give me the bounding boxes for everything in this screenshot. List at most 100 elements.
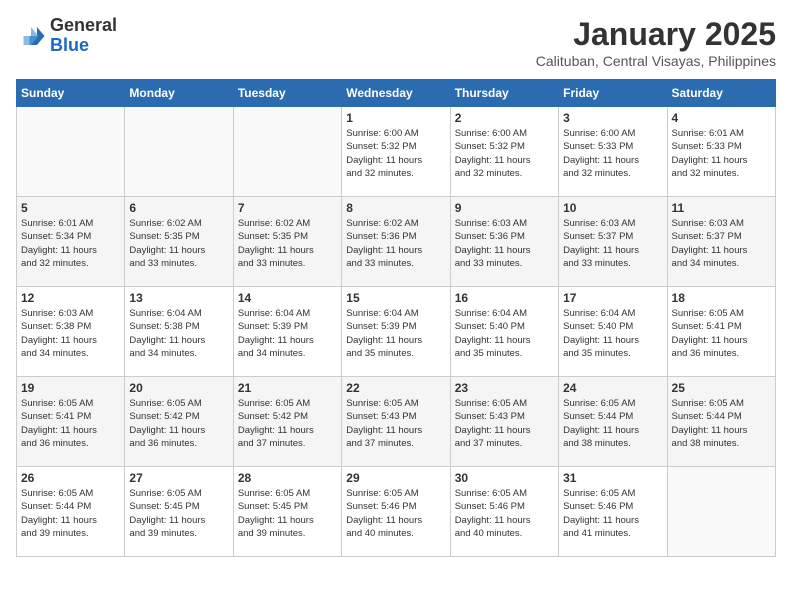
calendar-cell [233,107,341,197]
day-number: 24 [563,381,662,395]
day-info: Sunrise: 6:05 AM Sunset: 5:42 PM Dayligh… [129,397,228,450]
day-info: Sunrise: 6:02 AM Sunset: 5:35 PM Dayligh… [129,217,228,270]
calendar-cell: 29 Sunrise: 6:05 AM Sunset: 5:46 PM Dayli… [342,467,450,557]
day-number: 10 [563,201,662,215]
logo: General Blue [16,16,117,56]
day-info: Sunrise: 6:05 AM Sunset: 5:41 PM Dayligh… [672,307,771,360]
day-info: Sunrise: 6:05 AM Sunset: 5:43 PM Dayligh… [455,397,554,450]
weekday-header-sunday: Sunday [17,80,125,107]
day-info: Sunrise: 6:00 AM Sunset: 5:33 PM Dayligh… [563,127,662,180]
day-number: 17 [563,291,662,305]
day-info: Sunrise: 6:05 AM Sunset: 5:44 PM Dayligh… [563,397,662,450]
day-number: 12 [21,291,120,305]
day-number: 13 [129,291,228,305]
calendar-cell [667,467,775,557]
day-info: Sunrise: 6:03 AM Sunset: 5:37 PM Dayligh… [563,217,662,270]
logo-blue: Blue [50,35,89,55]
day-info: Sunrise: 6:00 AM Sunset: 5:32 PM Dayligh… [346,127,445,180]
day-info: Sunrise: 6:05 AM Sunset: 5:46 PM Dayligh… [346,487,445,540]
calendar-cell: 18 Sunrise: 6:05 AM Sunset: 5:41 PM Dayli… [667,287,775,377]
calendar-cell: 25 Sunrise: 6:05 AM Sunset: 5:44 PM Dayli… [667,377,775,467]
calendar-week-5: 26 Sunrise: 6:05 AM Sunset: 5:44 PM Dayli… [17,467,776,557]
calendar-cell: 4 Sunrise: 6:01 AM Sunset: 5:33 PM Daylig… [667,107,775,197]
calendar-subtitle: Calituban, Central Visayas, Philippines [536,53,776,69]
calendar-cell: 6 Sunrise: 6:02 AM Sunset: 5:35 PM Daylig… [125,197,233,287]
day-number: 21 [238,381,337,395]
day-info: Sunrise: 6:05 AM Sunset: 5:44 PM Dayligh… [672,397,771,450]
day-number: 29 [346,471,445,485]
calendar-cell: 14Sunrise: 6:04 AM Sunset: 5:39 PM Dayli… [233,287,341,377]
weekday-header-monday: Monday [125,80,233,107]
day-number: 8 [346,201,445,215]
calendar-cell: 8 Sunrise: 6:02 AM Sunset: 5:36 PM Daylig… [342,197,450,287]
calendar-cell: 15Sunrise: 6:04 AM Sunset: 5:39 PM Dayli… [342,287,450,377]
day-number: 31 [563,471,662,485]
logo-icon [16,21,46,51]
calendar-cell: 10 Sunrise: 6:03 AM Sunset: 5:37 PM Dayli… [559,197,667,287]
day-number: 11 [672,201,771,215]
day-number: 4 [672,111,771,125]
day-info: Sunrise: 6:05 AM Sunset: 5:44 PM Dayligh… [21,487,120,540]
calendar-cell: 17 Sunrise: 6:04 AM Sunset: 5:40 PM Dayli… [559,287,667,377]
day-number: 30 [455,471,554,485]
day-number: 26 [21,471,120,485]
calendar-cell: 27Sunrise: 6:05 AM Sunset: 5:45 PM Dayli… [125,467,233,557]
day-number: 3 [563,111,662,125]
day-number: 7 [238,201,337,215]
calendar-cell [125,107,233,197]
day-number: 28 [238,471,337,485]
weekday-header-friday: Friday [559,80,667,107]
day-number: 22 [346,381,445,395]
calendar-week-4: 19 Sunrise: 6:05 AM Sunset: 5:41 PM Dayli… [17,377,776,467]
calendar-cell: 3 Sunrise: 6:00 AM Sunset: 5:33 PM Daylig… [559,107,667,197]
day-info: Sunrise: 6:05 AM Sunset: 5:45 PM Dayligh… [238,487,337,540]
calendar-cell: 30Sunrise: 6:05 AM Sunset: 5:46 PM Dayli… [450,467,558,557]
calendar-cell: 20Sunrise: 6:05 AM Sunset: 5:42 PM Dayli… [125,377,233,467]
day-info: Sunrise: 6:04 AM Sunset: 5:40 PM Dayligh… [563,307,662,360]
weekday-header-wednesday: Wednesday [342,80,450,107]
logo-general: General [50,15,117,35]
day-number: 2 [455,111,554,125]
day-info: Sunrise: 6:04 AM Sunset: 5:39 PM Dayligh… [238,307,337,360]
day-number: 15 [346,291,445,305]
logo-text: General Blue [50,16,117,56]
day-info: Sunrise: 6:05 AM Sunset: 5:42 PM Dayligh… [238,397,337,450]
calendar-cell: 16Sunrise: 6:04 AM Sunset: 5:40 PM Dayli… [450,287,558,377]
calendar-cell: 11 Sunrise: 6:03 AM Sunset: 5:37 PM Dayli… [667,197,775,287]
calendar-cell: 12 Sunrise: 6:03 AM Sunset: 5:38 PM Dayli… [17,287,125,377]
day-info: Sunrise: 6:04 AM Sunset: 5:40 PM Dayligh… [455,307,554,360]
day-number: 19 [21,381,120,395]
day-number: 6 [129,201,228,215]
weekday-header-saturday: Saturday [667,80,775,107]
calendar-week-2: 5Sunrise: 6:01 AM Sunset: 5:34 PM Daylig… [17,197,776,287]
day-number: 25 [672,381,771,395]
day-info: Sunrise: 6:03 AM Sunset: 5:37 PM Dayligh… [672,217,771,270]
calendar-cell: 23Sunrise: 6:05 AM Sunset: 5:43 PM Dayli… [450,377,558,467]
day-number: 1 [346,111,445,125]
day-info: Sunrise: 6:04 AM Sunset: 5:38 PM Dayligh… [129,307,228,360]
weekday-header-thursday: Thursday [450,80,558,107]
day-info: Sunrise: 6:03 AM Sunset: 5:38 PM Dayligh… [21,307,120,360]
calendar-cell: 1 Sunrise: 6:00 AM Sunset: 5:32 PM Daylig… [342,107,450,197]
calendar-cell: 26 Sunrise: 6:05 AM Sunset: 5:44 PM Dayli… [17,467,125,557]
day-info: Sunrise: 6:05 AM Sunset: 5:43 PM Dayligh… [346,397,445,450]
calendar-cell: 28 Sunrise: 6:05 AM Sunset: 5:45 PM Dayli… [233,467,341,557]
day-info: Sunrise: 6:01 AM Sunset: 5:33 PM Dayligh… [672,127,771,180]
day-number: 5 [21,201,120,215]
page-header: General Blue January 2025 Calituban, Cen… [16,16,776,69]
calendar-header: SundayMondayTuesdayWednesdayThursdayFrid… [17,80,776,107]
day-info: Sunrise: 6:05 AM Sunset: 5:41 PM Dayligh… [21,397,120,450]
calendar-body: 1 Sunrise: 6:00 AM Sunset: 5:32 PM Daylig… [17,107,776,557]
calendar-week-1: 1 Sunrise: 6:00 AM Sunset: 5:32 PM Daylig… [17,107,776,197]
day-info: Sunrise: 6:02 AM Sunset: 5:36 PM Dayligh… [346,217,445,270]
day-info: Sunrise: 6:05 AM Sunset: 5:45 PM Dayligh… [129,487,228,540]
calendar-cell: 9Sunrise: 6:03 AM Sunset: 5:36 PM Daylig… [450,197,558,287]
calendar-cell: 5Sunrise: 6:01 AM Sunset: 5:34 PM Daylig… [17,197,125,287]
day-info: Sunrise: 6:05 AM Sunset: 5:46 PM Dayligh… [563,487,662,540]
calendar-cell [17,107,125,197]
calendar-cell: 2 Sunrise: 6:00 AM Sunset: 5:32 PM Daylig… [450,107,558,197]
day-number: 18 [672,291,771,305]
day-info: Sunrise: 6:00 AM Sunset: 5:32 PM Dayligh… [455,127,554,180]
calendar-cell: 24 Sunrise: 6:05 AM Sunset: 5:44 PM Dayli… [559,377,667,467]
calendar-cell: 13 Sunrise: 6:04 AM Sunset: 5:38 PM Dayli… [125,287,233,377]
